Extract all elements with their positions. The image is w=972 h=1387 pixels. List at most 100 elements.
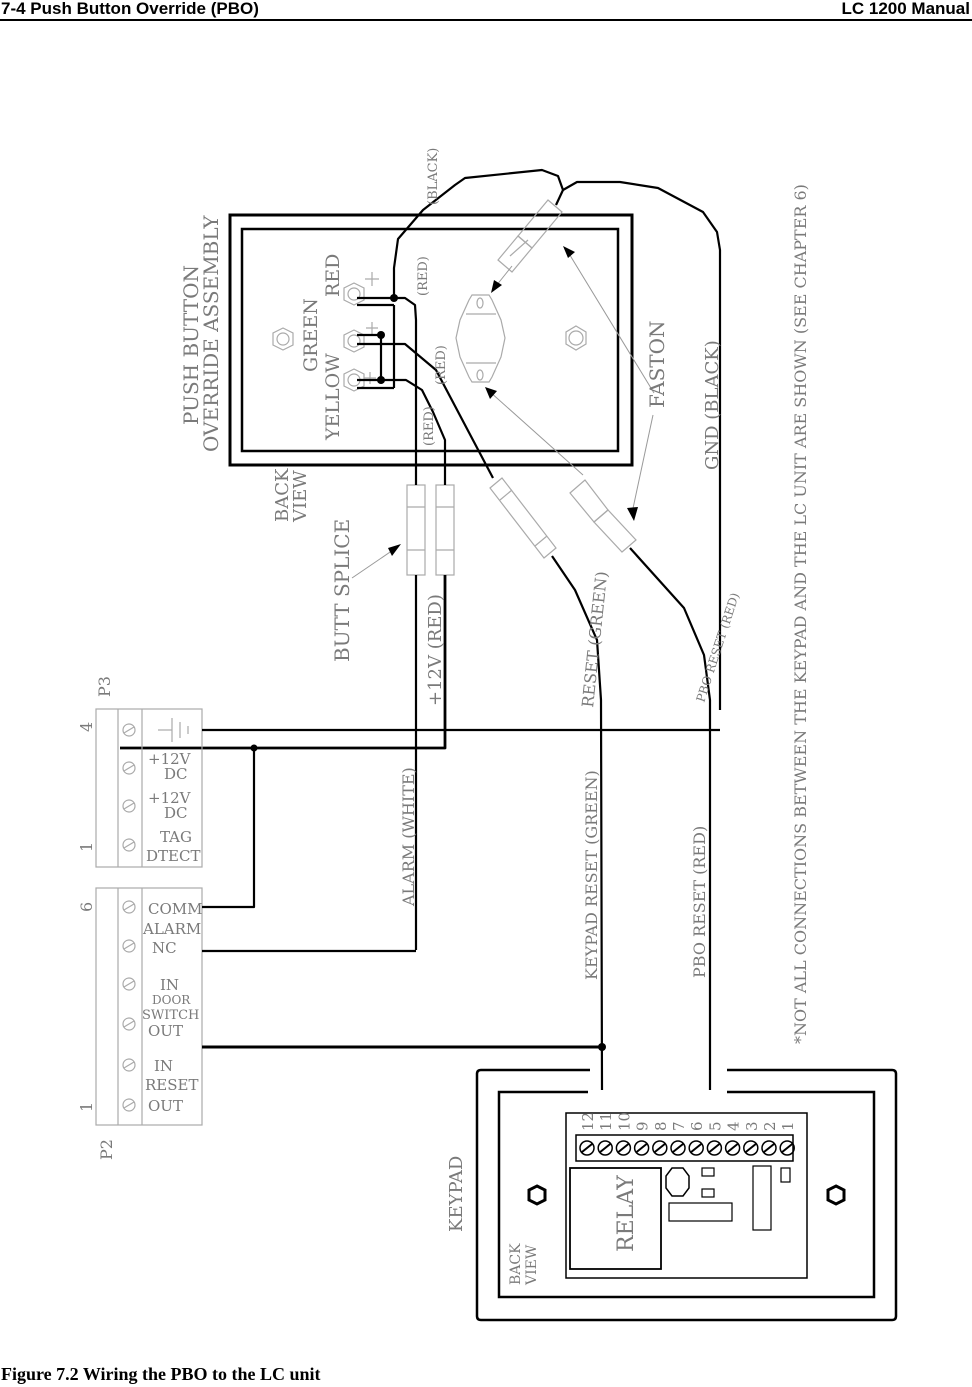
keypad-view-line2: VIEW [524, 1244, 540, 1286]
faston-connector-icon [569, 479, 637, 553]
keypad: KEYPAD BACK VIEW 12 11 10 9 8 7 6 5 4 3 2 1 RELAY [446, 1068, 898, 1322]
p3-label-dc-b: DC [164, 804, 188, 822]
label-black-top: (BLACK) [426, 148, 441, 205]
mounting-hole-icon [527, 1184, 547, 1206]
label-red-3: (RED) [422, 406, 437, 446]
p3-name: P3 [95, 676, 114, 697]
label-gnd-black: GND (BLACK) [702, 340, 723, 470]
p2-label-in-door: IN [160, 976, 179, 994]
label-alarm-white: ALARM (WHITE) [399, 767, 418, 907]
terminal-number: 4 [725, 1121, 743, 1131]
p2-label-alarm: ALARM [142, 920, 201, 938]
mounting-hole-icon [272, 327, 294, 351]
terminal-screw-icon [122, 723, 136, 737]
p2-label-out-door: OUT [148, 1022, 183, 1040]
p2-pin-6: 6 [77, 902, 96, 912]
label-pbo-reset-red-long: PBO RESET (RED) [690, 826, 709, 978]
terminal-screw-icon [122, 939, 136, 953]
terminal-screw-icon [122, 1058, 136, 1072]
terminal-number: 11 [597, 1112, 615, 1131]
terminal-screw-icon [122, 1098, 136, 1112]
p3-label-tag: TAG [160, 828, 192, 846]
terminal-screw-icon [122, 1017, 136, 1031]
terminal-number: 10 [615, 1112, 633, 1131]
terminal-screw-icon [652, 1140, 668, 1156]
terminal-screw-icon [122, 900, 136, 914]
terminal-screw-icon [122, 761, 136, 775]
mounting-hole-icon [565, 325, 587, 351]
label-reset-green: RESET (GREEN) [578, 570, 611, 708]
keypad-terminal-numbers: 12 11 10 9 8 7 6 5 4 3 2 1 [579, 1112, 797, 1131]
terminal-number: 7 [670, 1121, 688, 1131]
terminal-screw-icon [122, 838, 136, 852]
thermal-switch-icon [455, 294, 506, 383]
component-icon [668, 1202, 733, 1222]
p2-label-door: DOOR [152, 993, 191, 1007]
terminal-screw-icon [761, 1140, 777, 1156]
p2-label-switch: SWITCH [142, 1008, 199, 1023]
terminal-screw-icon [779, 1140, 795, 1156]
label-red-1: (RED) [416, 256, 431, 296]
pbo-view-line2: VIEW [290, 470, 311, 523]
p2-pin-1: 1 [77, 1102, 96, 1112]
button-label-green: GREEN [300, 298, 322, 372]
terminal-number: 1 [779, 1121, 797, 1131]
terminal-screw-icon [597, 1140, 613, 1156]
keypad-title: KEYPAD [446, 1156, 467, 1232]
p2-label-in-reset: IN [154, 1057, 173, 1075]
terminal-screw-icon [633, 1140, 650, 1156]
external-wires: ALARM (WHITE) KEYPAD RESET (GREEN) PBO R… [202, 728, 720, 1051]
p2-label-comm: COMM [148, 900, 203, 918]
terminal-screw-icon [724, 1140, 741, 1156]
p2-label-reset: RESET [145, 1076, 198, 1094]
relay-label: RELAY [614, 1175, 639, 1252]
p3-pin-1: 1 [77, 842, 96, 852]
terminal-number: 8 [652, 1121, 670, 1131]
keypad-view-line1: BACK [508, 1243, 524, 1285]
faston-connector-icon [497, 199, 563, 273]
terminal-screw-icon [579, 1140, 595, 1156]
terminal-screw-icon [688, 1140, 704, 1156]
p2-name: P2 [97, 1139, 116, 1160]
terminal-screw-icon [122, 799, 136, 813]
butt-splice-arrow-icon [351, 544, 401, 579]
button-red-icon [343, 272, 379, 306]
connection-note: *NOT ALL CONNECTIONS BETWEEN THE KEYPAD … [791, 184, 810, 1044]
p2-label-out-reset: OUT [148, 1097, 183, 1115]
figure-caption: Figure 7.2 Wiring the PBO to the LC unit [1, 1364, 321, 1384]
component-icon [701, 1188, 715, 1198]
button-label-yellow: YELLOW [322, 353, 344, 441]
component-icon [752, 1165, 772, 1231]
p3-connector: +12V DC +12V DC TAG DTECT P3 4 1 [77, 676, 203, 868]
terminal-screw-icon [615, 1140, 632, 1156]
component-icon [780, 1167, 791, 1183]
butt-splice-icon [406, 484, 455, 576]
faston-arrow-icon [485, 246, 655, 521]
butt-splice-icon [489, 477, 557, 559]
terminal-number: 9 [634, 1121, 652, 1131]
terminal-number: 2 [761, 1121, 779, 1131]
terminal-screw-icon [670, 1140, 686, 1156]
pbo-assembly: PUSH BUTTON OVERRIDE ASSEMBLY BACK VIEW … [120, 148, 742, 1091]
ground-symbol-icon [158, 718, 189, 742]
terminal-screw-icon [743, 1140, 759, 1156]
p3-pin-4: 4 [77, 722, 96, 732]
button-green-icon [343, 322, 378, 353]
p2-label-nc: NC [152, 939, 177, 957]
p3-label-dtect: DTECT [146, 847, 200, 865]
terminal-screw-icon [122, 977, 136, 991]
label-plus12v-red: +12V (RED) [425, 594, 446, 706]
terminal-number: 12 [579, 1112, 597, 1131]
p3-label-dc-a: DC [164, 765, 188, 783]
component-icon [665, 1167, 690, 1197]
terminal-screw-icon [706, 1140, 723, 1156]
wiring-diagram: PUSH BUTTON OVERRIDE ASSEMBLY BACK VIEW … [77, 148, 898, 1322]
label-butt-splice: BUTT SPLICE [330, 519, 354, 662]
pbo-title-line2: OVERRIDE ASSEMBLY [199, 215, 223, 452]
keypad-screws [579, 1140, 795, 1156]
terminal-number: 6 [688, 1121, 706, 1131]
button-label-red: RED [322, 254, 344, 297]
terminal-number: 5 [706, 1121, 724, 1131]
p2-connector: COMM ALARM NC IN DOOR SWITCH OUT IN RESE… [77, 887, 203, 1160]
mounting-hole-icon [826, 1184, 846, 1206]
